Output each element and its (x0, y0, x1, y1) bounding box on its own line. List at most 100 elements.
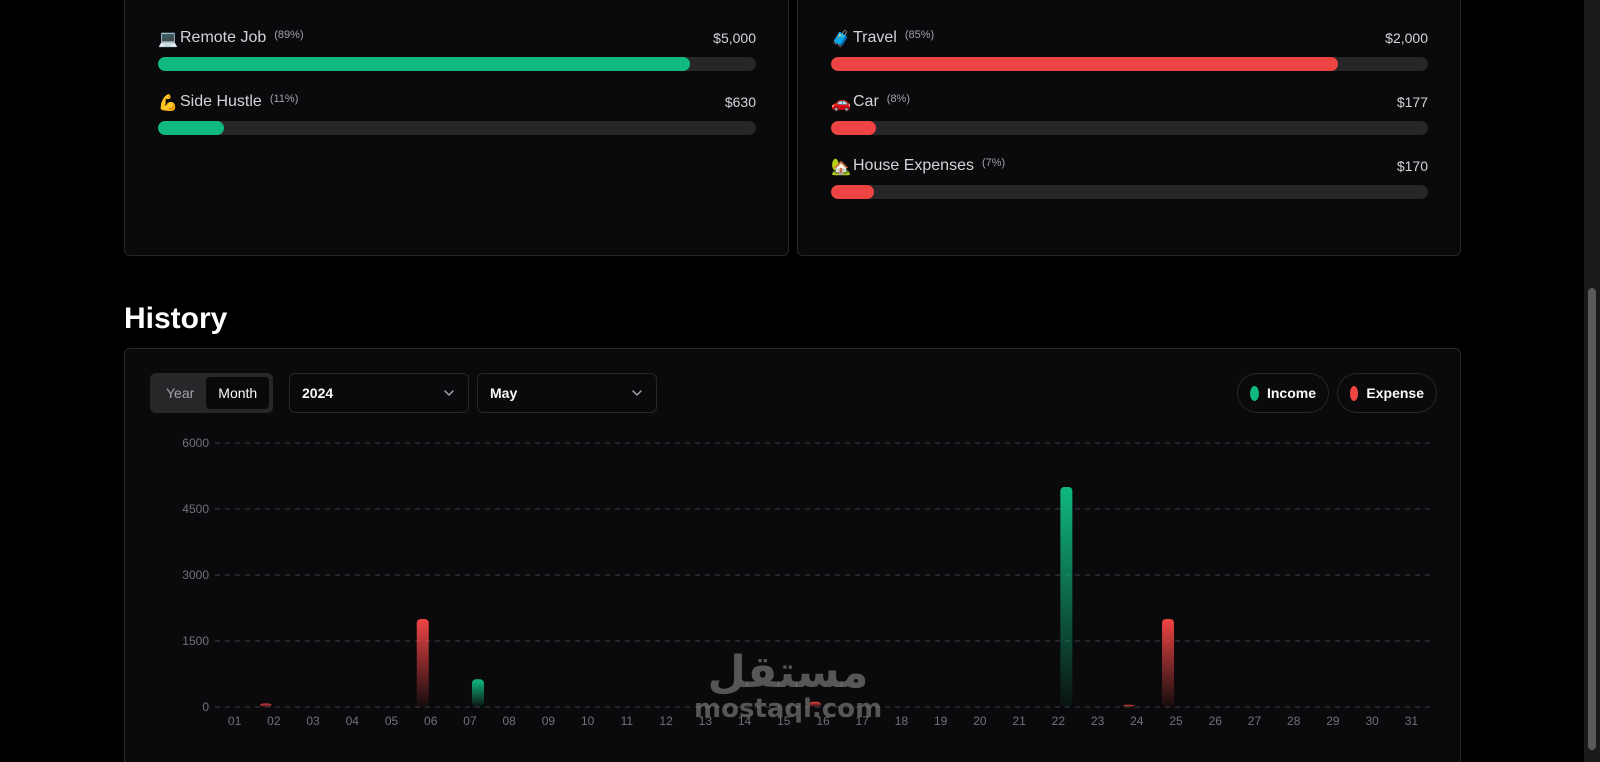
history-title: History (124, 302, 228, 335)
watermark-arabic: مستقل (707, 647, 869, 698)
x-tick-label: 02 (267, 714, 281, 728)
category-name: House Expenses (853, 157, 974, 174)
page-scrollbar[interactable] (1584, 0, 1600, 762)
x-tick-label: 26 (1209, 714, 1223, 728)
category-percent: (7%) (981, 157, 1006, 169)
category-progress-fill (831, 121, 876, 135)
x-tick-label: 22 (1052, 714, 1066, 728)
chevron-down-icon (444, 390, 454, 396)
legend-expense-label: Expense (1366, 385, 1424, 401)
category-percent: (8%) (886, 93, 911, 105)
x-tick-label: 08 (503, 714, 517, 728)
x-tick-label: 28 (1287, 714, 1301, 728)
x-tick-label: 04 (346, 714, 360, 728)
category-amount: $5,000 (713, 30, 756, 46)
category-name: Travel (853, 29, 897, 46)
month-select[interactable]: May (477, 373, 657, 413)
x-tick-label: 06 (424, 714, 438, 728)
x-tick-label: 31 (1405, 714, 1419, 728)
category-progress-fill (831, 185, 874, 199)
category-progress-track (158, 121, 756, 135)
category-emoji-icon: 💻 (158, 28, 178, 48)
category-amount: $630 (724, 94, 756, 110)
category-amount: $2,000 (1385, 30, 1428, 46)
watermark: مستقل mostaql.com (694, 647, 883, 724)
month-select-value: May (490, 385, 518, 401)
category-amount: $170 (1396, 158, 1428, 174)
expense-dot-icon (1350, 385, 1359, 401)
category-progress-fill (158, 57, 691, 71)
category-name: Remote Job (180, 29, 267, 46)
x-tick-label: 11 (621, 714, 634, 728)
x-tick-label: 29 (1326, 714, 1340, 728)
category-row: 🚗 Car (8%) $177 (831, 91, 1428, 141)
category-row: 🏡 House Expenses (7%) $170 (831, 155, 1428, 205)
y-tick-label: 1500 (182, 634, 209, 648)
legend-expense[interactable]: Expense (1337, 373, 1437, 413)
x-tick-label: 18 (895, 714, 909, 728)
category-name: Side Hustle (180, 93, 262, 110)
x-tick-label: 30 (1365, 714, 1379, 728)
category-percent: (11%) (269, 93, 299, 105)
category-header: 🚗 Car (8%) $177 (831, 91, 1428, 113)
expense-bar[interactable] (259, 703, 272, 707)
expense-bar[interactable] (416, 619, 429, 707)
income-categories-card: 💻 Remote Job (89%) $5,000 💪 Side Hustle (11%) $… (124, 0, 789, 256)
category-row: 💪 Side Hustle (11%) $630 (158, 91, 756, 141)
category-progress-track (831, 57, 1428, 71)
x-tick-label: 19 (934, 714, 948, 728)
expense-bar[interactable] (1162, 619, 1175, 707)
x-tick-label: 24 (1130, 714, 1144, 728)
toggle-year[interactable]: Year (154, 377, 206, 409)
category-emoji-icon: 💪 (158, 92, 178, 112)
scrollbar-thumb[interactable] (1588, 288, 1596, 750)
category-amount: $177 (1396, 94, 1428, 110)
category-header: 💪 Side Hustle (11%) $630 (158, 91, 756, 113)
income-bar[interactable] (471, 679, 484, 707)
category-percent: (85%) (904, 29, 935, 41)
x-tick-label: 09 (542, 714, 556, 728)
x-tick-label: 05 (385, 714, 399, 728)
category-header: 💻 Remote Job (89%) $5,000 (158, 27, 756, 49)
toggle-month[interactable]: Month (206, 377, 270, 409)
year-select-value: 2024 (302, 385, 334, 401)
y-tick-label: 0 (202, 700, 209, 714)
y-tick-label: 6000 (182, 436, 209, 450)
category-emoji-icon: 🏡 (831, 156, 851, 176)
chevron-down-icon (632, 390, 642, 396)
period-toggle: Year Month (150, 373, 273, 413)
category-progress-track (831, 185, 1428, 199)
legend-income[interactable]: Income (1237, 373, 1329, 413)
x-tick-label: 07 (463, 714, 477, 728)
category-progress-track (158, 57, 756, 71)
y-tick-label: 4500 (182, 502, 209, 516)
expense-bar[interactable] (1122, 704, 1135, 707)
x-tick-label: 27 (1248, 714, 1262, 728)
category-progress-fill (831, 57, 1339, 71)
category-progress-track (831, 121, 1428, 135)
x-tick-label: 03 (306, 714, 320, 728)
category-percent: (89%) (274, 29, 304, 41)
x-tick-label: 23 (1091, 714, 1105, 728)
legend-income-label: Income (1266, 385, 1316, 401)
income-dot-icon (1250, 385, 1259, 401)
category-emoji-icon: 🧳 (831, 28, 851, 48)
year-select[interactable]: 2024 (289, 373, 469, 413)
category-row: 🧳 Travel (85%) $2,000 (831, 27, 1428, 77)
category-emoji-icon: 🚗 (831, 92, 851, 112)
x-tick-label: 12 (659, 714, 673, 728)
category-header: 🏡 House Expenses (7%) $170 (831, 155, 1428, 177)
expense-categories-card: 🧳 Travel (85%) $2,000 🚗 Car (8%) $177 🏡 House Exp… (797, 0, 1461, 256)
x-tick-label: 21 (1012, 714, 1026, 728)
x-tick-label: 25 (1169, 714, 1183, 728)
y-tick-label: 3000 (182, 568, 209, 582)
x-tick-label: 20 (973, 714, 987, 728)
category-progress-fill (158, 121, 224, 135)
category-row: 💻 Remote Job (89%) $5,000 (158, 27, 756, 77)
income-bar[interactable] (1060, 487, 1073, 707)
x-tick-label: 10 (581, 714, 595, 728)
x-tick-label: 01 (228, 714, 242, 728)
watermark-latin: mostaql.com (694, 694, 883, 724)
category-header: 🧳 Travel (85%) $2,000 (831, 27, 1428, 49)
category-name: Car (853, 93, 879, 110)
